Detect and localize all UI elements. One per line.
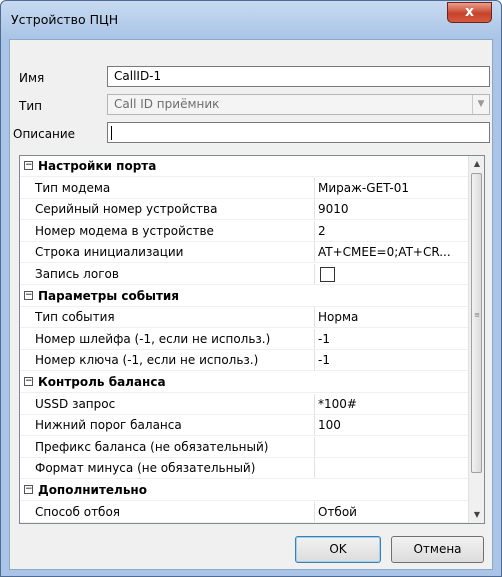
property-name: Номер шлейфа (-1, если не использ.) <box>20 328 315 349</box>
property-name: Серийный номер устройства <box>20 199 315 220</box>
category-name: Параметры события <box>38 288 180 303</box>
text-cursor <box>111 126 112 140</box>
vertical-scrollbar[interactable]: ▲ ≡ ▼ <box>468 156 484 523</box>
property-row[interactable]: Тип модема Мираж-GET-01 <box>20 177 471 199</box>
property-name: Запись логов <box>20 264 315 284</box>
property-row[interactable]: Запись логов <box>20 264 468 285</box>
property-value[interactable] <box>315 264 471 284</box>
grip-icon: ≡ <box>474 311 480 319</box>
property-name: Способ отбоя <box>20 501 315 522</box>
property-row[interactable]: Серийный номер устройства 9010 <box>20 199 471 221</box>
category-row[interactable]: Настройки порта − <box>20 156 468 177</box>
type-label: Тип <box>19 99 42 113</box>
collapse-icon[interactable]: − <box>24 161 33 170</box>
category-row[interactable]: Параметры события − <box>20 286 468 307</box>
property-name: Тип события <box>20 307 315 328</box>
property-name: Формат минуса (не обязательный) <box>20 458 315 479</box>
property-value[interactable]: Отбой <box>315 502 471 522</box>
property-value[interactable] <box>315 458 471 478</box>
close-button[interactable]: x <box>447 2 492 23</box>
chevron-down-icon[interactable]: ▼ <box>472 95 489 114</box>
property-row[interactable]: Префикс баланса (не обязательный) <box>20 436 471 458</box>
property-row[interactable]: USSD запрос *100# <box>20 393 471 415</box>
log-checkbox[interactable] <box>320 267 335 282</box>
property-row[interactable]: Строка инициализации AT+CMEE=0;AT+CR... <box>20 242 471 264</box>
property-name: USSD запрос <box>20 393 315 414</box>
type-combobox[interactable]: Call ID приёмник ▼ <box>107 94 490 115</box>
property-value[interactable]: 100 <box>315 415 471 435</box>
description-input[interactable] <box>107 122 490 143</box>
collapse-icon[interactable]: − <box>24 485 33 494</box>
property-row[interactable]: Номер модема в устройстве 2 <box>20 220 471 242</box>
ok-button[interactable]: OK <box>295 536 381 563</box>
property-name: Префикс баланса (не обязательный) <box>20 436 315 457</box>
property-row[interactable]: Формат минуса (не обязательный) <box>20 458 471 480</box>
property-value[interactable]: Мираж-GET-01 <box>315 178 471 198</box>
scrollbar-thumb[interactable]: ≡ <box>471 173 482 473</box>
category-name: Контроль баланса <box>38 375 166 389</box>
property-name: Номер ключа (-1, если не использ.) <box>20 350 315 371</box>
window-title: Устройство ПЦН <box>11 12 119 27</box>
category-name: Дополнительно <box>38 483 147 497</box>
property-value[interactable]: 9010 <box>315 199 471 219</box>
cancel-button[interactable]: Отмена <box>391 536 484 563</box>
property-value[interactable] <box>315 437 471 457</box>
chevron-down-icon[interactable]: ▼ <box>469 507 484 523</box>
type-value: Call ID приёмник <box>114 97 220 111</box>
name-value: CallID-1 <box>114 69 162 83</box>
category-name: Настройки порта <box>38 159 157 173</box>
property-name: Нижний порог баланса <box>20 415 315 436</box>
category-row[interactable]: Дополнительно − <box>20 480 468 501</box>
category-row[interactable]: Контроль баланса − <box>20 372 468 393</box>
property-name: Тип модема <box>20 177 315 198</box>
property-name: Номер модема в устройстве <box>20 220 315 241</box>
property-value[interactable]: -1 <box>315 350 471 370</box>
dialog-window: Устройство ПЦН x Имя CallID-1 Тип Call I… <box>0 0 502 577</box>
name-label: Имя <box>19 71 45 85</box>
property-row[interactable]: Нижний порог баланса 100 <box>20 415 471 437</box>
property-value[interactable]: -1 <box>315 329 471 349</box>
collapse-icon[interactable]: − <box>24 377 33 386</box>
property-row[interactable]: Тип события Норма <box>20 307 471 329</box>
property-value[interactable]: 2 <box>315 221 471 241</box>
property-name: Строка инициализации <box>20 242 315 263</box>
title-bar[interactable]: Устройство ПЦН x <box>1 1 501 39</box>
property-value[interactable]: AT+CMEE=0;AT+CR... <box>315 242 471 262</box>
property-value[interactable]: *100# <box>315 394 471 414</box>
dialog-body: Имя CallID-1 Тип Call ID приёмник ▼ Опис… <box>9 39 493 570</box>
close-icon[interactable]: x <box>465 4 474 20</box>
property-row[interactable]: Способ отбоя Отбой <box>20 501 471 523</box>
property-value[interactable]: Норма <box>315 307 471 327</box>
name-input[interactable]: CallID-1 <box>107 66 490 87</box>
chevron-up-icon[interactable]: ▲ <box>469 156 484 172</box>
description-label: Описание <box>13 127 76 141</box>
collapse-icon[interactable]: − <box>24 290 33 300</box>
property-row[interactable]: Номер ключа (-1, если не использ.) -1 <box>20 350 471 372</box>
property-grid[interactable]: Настройки порта − Тип модема Мираж-GET-01 Се… <box>19 155 485 524</box>
property-row[interactable]: Номер шлейфа (-1, если не использ.) -1 <box>20 328 471 350</box>
